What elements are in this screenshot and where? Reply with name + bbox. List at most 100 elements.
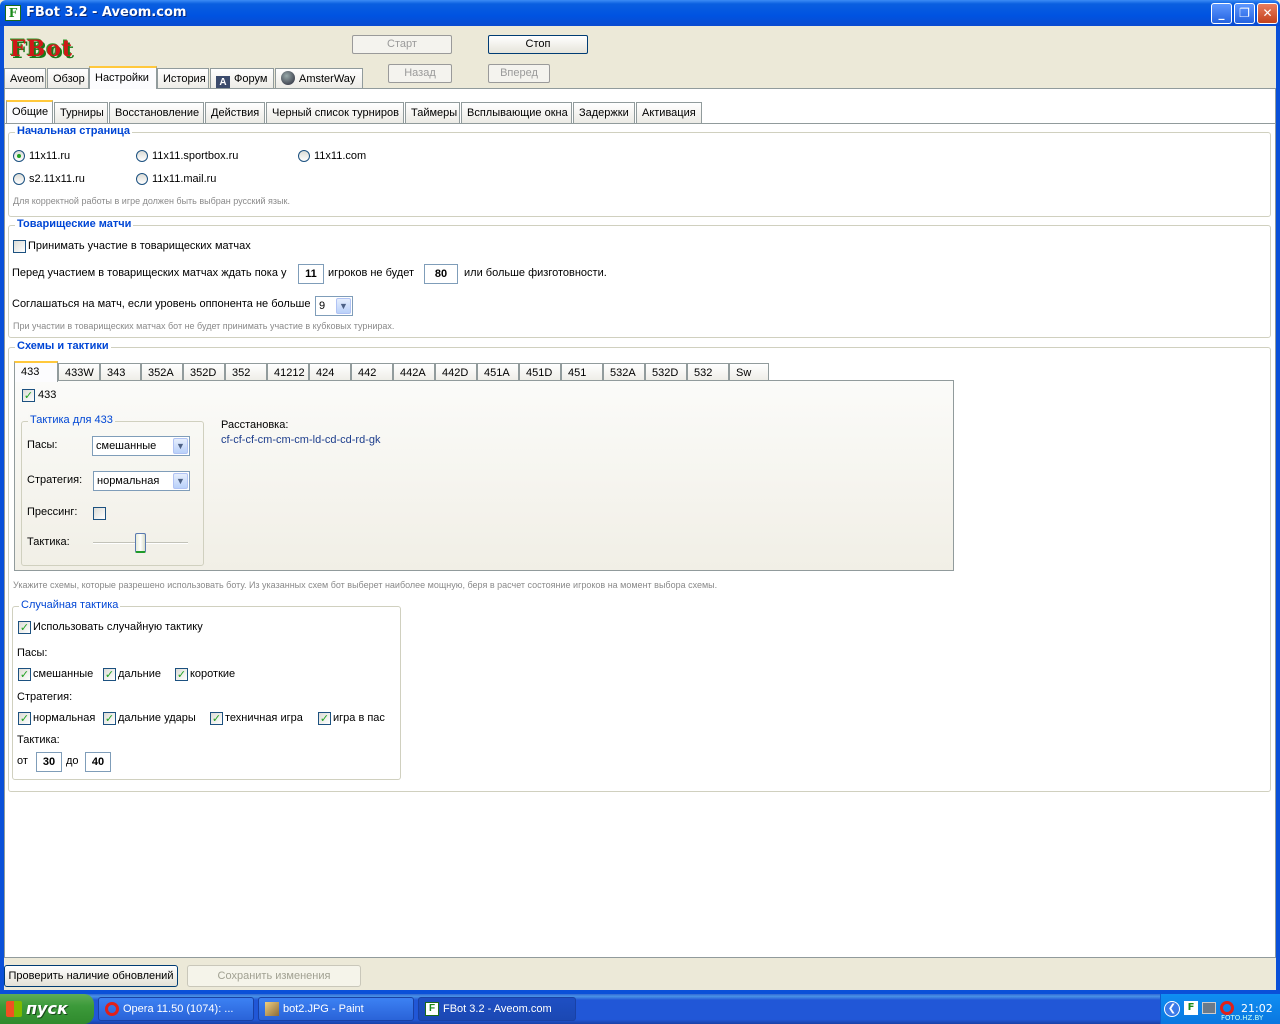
subtab-blacklist[interactable]: Черный список турниров: [266, 102, 404, 123]
random-pass-mixed-checkbox[interactable]: ✓: [18, 668, 31, 681]
pressing-checkbox[interactable]: [93, 507, 106, 520]
tactic-slider-label: Тактика:: [27, 536, 70, 548]
radio-label-sportbox: 11x11.sportbox.ru: [152, 150, 239, 162]
subtab-activation[interactable]: Активация: [636, 102, 702, 123]
strategy-select[interactable]: нормальная ▼: [93, 471, 190, 491]
back-button[interactable]: Назад: [388, 64, 452, 83]
restore-button[interactable]: ❐: [1234, 3, 1255, 24]
radio-label-s2: s2.11x11.ru: [29, 173, 85, 185]
subtab-delays[interactable]: Задержки: [573, 102, 635, 123]
pressing-label: Прессинг:: [27, 506, 78, 518]
strategy-label: Стратегия:: [27, 474, 83, 486]
check-updates-button[interactable]: Проверить наличие обновлений: [4, 965, 178, 987]
opera-icon: [105, 1002, 119, 1016]
wait-before-text: Перед участием в товарищеских матчах жда…: [12, 267, 287, 279]
use-random-checkbox[interactable]: ✓: [18, 621, 31, 634]
radio-s2[interactable]: [13, 173, 25, 185]
subtab-general[interactable]: Общие: [6, 100, 53, 123]
friendly-hint: При участии в товарищеских матчах бот не…: [13, 321, 395, 331]
tab-settings[interactable]: Настройки: [89, 66, 157, 89]
arrangement-label: Расстановка:: [221, 419, 289, 431]
start-menu-button[interactable]: пуск: [0, 994, 94, 1024]
fbot-tray-icon[interactable]: F: [1184, 1001, 1198, 1015]
subtab-recovery[interactable]: Восстановление: [109, 102, 204, 123]
wait-middle-text: игроков не будет: [328, 267, 414, 279]
random-tactic-label: Тактика:: [17, 734, 60, 746]
minimize-button[interactable]: _: [1211, 3, 1232, 24]
radio-mail[interactable]: [136, 173, 148, 185]
random-pass-long-label: дальние: [118, 668, 162, 680]
random-pass-short-checkbox[interactable]: ✓: [175, 668, 188, 681]
radio-11x11-com[interactable]: [298, 150, 310, 162]
random-from-input[interactable]: 30: [36, 752, 62, 772]
radio-label-mail: 11x11.mail.ru: [152, 173, 217, 185]
chevron-down-icon: ▼: [336, 298, 351, 314]
fbot-logo: FBot: [10, 36, 74, 62]
subtab-popups[interactable]: Всплывающие окна: [461, 102, 572, 123]
wait-fitness-input[interactable]: 80: [424, 264, 458, 284]
system-tray: ❮ F 21:02 FOTO.HZ.BY: [1160, 994, 1280, 1024]
stop-button[interactable]: Стоп: [488, 35, 588, 54]
random-strategy-technical-label: техничная игра: [225, 712, 303, 724]
opponent-level-select[interactable]: 9 ▼: [315, 296, 353, 316]
tab-history[interactable]: История: [157, 68, 209, 89]
subtab-actions[interactable]: Действия: [205, 102, 265, 123]
friendly-participate-label: Принимать участие в товарищеских матчах: [28, 240, 251, 252]
scheme-enabled-checkbox[interactable]: ✓: [22, 389, 35, 402]
window-title: FBot 3.2 - Aveom.com: [26, 5, 187, 20]
random-from-label: от: [17, 755, 28, 767]
tab-overview[interactable]: Обзор: [47, 68, 89, 89]
radio-11x11-ru[interactable]: [13, 150, 25, 162]
radio-sportbox[interactable]: [136, 150, 148, 162]
save-changes-button[interactable]: Сохранить изменения: [187, 965, 361, 987]
subtab-timers[interactable]: Таймеры: [405, 102, 460, 123]
tactic-title: Тактика для 433: [28, 414, 115, 426]
chevron-down-icon: ▼: [173, 438, 188, 454]
random-passes-label: Пасы:: [17, 647, 48, 659]
random-strategy-technical-checkbox[interactable]: ✓: [210, 712, 223, 725]
app-icon: F: [5, 5, 21, 21]
random-to-input[interactable]: 40: [85, 752, 111, 772]
friendly-title: Товарищеские матчи: [15, 218, 134, 230]
use-random-label: Использовать случайную тактику: [33, 621, 203, 633]
paint-icon: [265, 1002, 279, 1016]
random-strategy-long-shots-checkbox[interactable]: ✓: [103, 712, 116, 725]
wait-players-input[interactable]: 11: [298, 264, 324, 284]
random-strategy-normal-checkbox[interactable]: ✓: [18, 712, 31, 725]
forward-button[interactable]: Вперед: [488, 64, 550, 83]
random-strategy-passing-checkbox[interactable]: ✓: [318, 712, 331, 725]
schemes-title: Схемы и тактики: [15, 340, 111, 352]
passes-select[interactable]: смешанные ▼: [92, 436, 190, 456]
arrangement-value: cf-cf-cf-cm-cm-cm-ld-cd-cd-rd-gk: [221, 434, 381, 446]
radio-label-11x11-ru: 11x11.ru: [29, 150, 71, 162]
tab-amsterway[interactable]: AmsterWay: [275, 68, 363, 89]
random-strategy-passing-label: игра в пас: [333, 712, 385, 724]
tab-forum[interactable]: A Форум: [210, 68, 274, 90]
network-icon[interactable]: [1202, 1002, 1216, 1014]
scheme-tab-433[interactable]: 433: [14, 361, 58, 382]
radio-label-11x11-com: 11x11.com: [314, 150, 367, 162]
windows-flag-icon: [6, 1001, 22, 1017]
passes-label: Пасы:: [27, 439, 58, 451]
random-pass-long-checkbox[interactable]: ✓: [103, 668, 116, 681]
fbot-icon: F: [425, 1002, 439, 1016]
start-button[interactable]: Старт: [352, 35, 452, 54]
close-button[interactable]: ✕: [1257, 3, 1278, 24]
chevron-left-icon[interactable]: ❮: [1164, 1001, 1180, 1017]
window-titlebar[interactable]: F FBot 3.2 - Aveom.com _ ❐ ✕: [0, 0, 1280, 26]
tactic-slider-thumb[interactable]: [135, 533, 146, 553]
task-opera[interactable]: Opera 11.50 (1074): ...: [98, 997, 254, 1021]
tab-aveom[interactable]: Aveom: [4, 68, 46, 89]
random-pass-mixed-label: смешанные: [33, 668, 94, 680]
subtab-divider: [4, 123, 1276, 124]
subtab-tournaments[interactable]: Турниры: [54, 102, 108, 123]
random-strategy-normal-label: нормальная: [33, 712, 96, 724]
task-paint[interactable]: bot2.JPG - Paint: [258, 997, 414, 1021]
watermark-text: FOTO.HZ.BY: [1221, 1014, 1264, 1022]
task-fbot[interactable]: F FBot 3.2 - Aveom.com: [418, 997, 576, 1021]
start-page-title: Начальная страница: [15, 125, 133, 137]
random-strategy-label: Стратегия:: [17, 691, 73, 703]
opera-tray-icon[interactable]: [1220, 1001, 1234, 1015]
chevron-down-icon: ▼: [173, 473, 188, 489]
friendly-participate-checkbox[interactable]: [13, 240, 26, 253]
